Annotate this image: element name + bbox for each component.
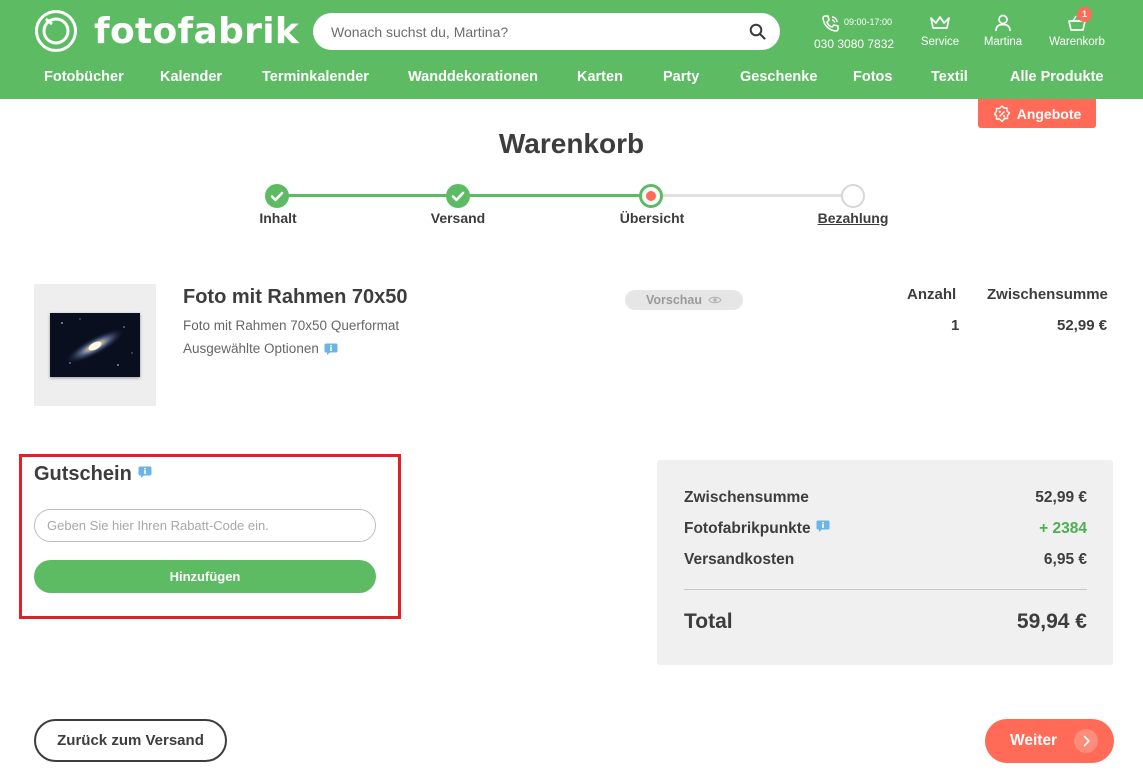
step-bezahlung-pending-icon [841, 184, 865, 208]
angebote-button[interactable]: Angebote [978, 99, 1096, 128]
step-label-versand[interactable]: Versand [431, 210, 485, 226]
site-header: fotofabrik 09:00-17:00 030 3080 7832 Ser… [0, 0, 1143, 99]
cart-link[interactable]: 1 Warenkorb [1044, 7, 1110, 48]
brand-name: fotofabrik [94, 10, 300, 52]
nav-item-karten[interactable]: Karten [577, 69, 623, 85]
total-value: 59,94 € [1016, 610, 1087, 633]
logo-icon [35, 10, 77, 52]
phone-number: 030 3080 7832 [814, 37, 895, 51]
step-versand-check-icon[interactable] [446, 184, 470, 208]
next-button-label: Weiter [1010, 732, 1058, 749]
product-description: Foto mit Rahmen 70x50 Querformat [183, 318, 400, 333]
nav-item-party[interactable]: Party [663, 69, 699, 85]
voucher-section-title: Gutschein [34, 463, 152, 486]
progress-line-pending [651, 194, 853, 197]
cart-count-badge: 1 [1077, 7, 1092, 22]
product-quantity: 1 [951, 317, 960, 334]
nav-item-wanddekorationen[interactable]: Wanddekorationen [408, 69, 538, 85]
phone-hours: 09:00-17:00 [844, 17, 893, 27]
main-nav: Fotobücher Kalender Terminkalender Wandd… [0, 66, 1143, 90]
account-link[interactable]: Martina [980, 14, 1026, 48]
product-name: Foto mit Rahmen 70x50 [183, 286, 408, 308]
search-bar [313, 13, 780, 50]
service-link[interactable]: Service [916, 14, 964, 48]
page-title: Warenkorb [498, 128, 645, 159]
info-icon[interactable] [138, 465, 152, 479]
product-subtotal: 52,99 € [1057, 317, 1108, 334]
logo[interactable]: fotofabrik [34, 9, 299, 53]
add-voucher-button[interactable]: Hinzufügen [34, 560, 376, 593]
info-icon[interactable] [324, 342, 338, 356]
product-thumbnail[interactable] [34, 284, 156, 406]
subtotal-header: Zwischensumme [987, 286, 1108, 303]
angebote-label: Angebote [1016, 105, 1082, 122]
galaxy-photo-image [50, 313, 140, 377]
total-label: Total [684, 610, 733, 633]
next-button[interactable]: Weiter [985, 719, 1114, 763]
step-label-inhalt[interactable]: Inhalt [259, 210, 296, 226]
user-label: Martina [983, 36, 1023, 48]
quantity-header: Anzahl [907, 286, 957, 303]
nav-item-alle-produkte[interactable]: Alle Produkte [1010, 69, 1103, 85]
summary-subtotal-label: Zwischensumme [684, 489, 809, 506]
search-icon[interactable] [749, 23, 766, 40]
nav-item-terminkalender[interactable]: Terminkalender [262, 69, 369, 85]
step-label-uebersicht: Übersicht [619, 210, 685, 226]
nav-item-textil[interactable]: Textil [931, 69, 968, 85]
user-icon [995, 14, 1011, 32]
voucher-code-input[interactable] [34, 509, 376, 542]
nav-item-kalender[interactable]: Kalender [160, 69, 222, 85]
step-uebersicht-current-icon [639, 184, 663, 208]
chevron-right-icon [1074, 729, 1098, 753]
nav-item-fotobuecher[interactable]: Fotobücher [44, 69, 124, 85]
back-to-shipping-button[interactable]: Zurück zum Versand [34, 719, 227, 762]
order-summary: Zwischensumme 52,99 € Fotofabrikpunkte +… [657, 460, 1113, 665]
summary-shipping-label: Versandkosten [684, 551, 795, 568]
crown-icon [930, 16, 950, 29]
summary-points-label-wrap: Fotofabrikpunkte [684, 520, 830, 538]
step-inhalt-check-icon[interactable] [265, 184, 289, 208]
preview-label: Vorschau [645, 293, 703, 307]
service-label: Service [920, 36, 960, 48]
voucher-title-label: Gutschein [34, 463, 132, 485]
summary-points-label: Fotofabrikpunkte [684, 520, 811, 537]
cart-label: Warenkorb [1049, 36, 1105, 48]
nav-item-geschenke[interactable]: Geschenke [740, 69, 817, 85]
preview-button[interactable]: Vorschau [625, 290, 743, 310]
checkout-progress: Inhalt Versand Übersicht Bezahlung [0, 182, 1143, 232]
phone-icon [822, 15, 839, 32]
discount-badge-icon [993, 104, 1010, 122]
summary-divider [684, 589, 1087, 590]
nav-item-fotos[interactable]: Fotos [853, 69, 892, 85]
product-options-label: Ausgewählte Optionen [183, 341, 319, 356]
eye-icon [708, 296, 722, 304]
summary-subtotal-value: 52,99 € [1035, 489, 1087, 506]
summary-points-value: + 2384 [1039, 520, 1087, 537]
search-input[interactable] [313, 13, 733, 50]
step-label-bezahlung[interactable]: Bezahlung [818, 210, 889, 226]
info-icon[interactable] [816, 519, 830, 533]
summary-shipping-value: 6,95 € [1043, 551, 1087, 568]
product-options[interactable]: Ausgewählte Optionen [183, 341, 338, 356]
